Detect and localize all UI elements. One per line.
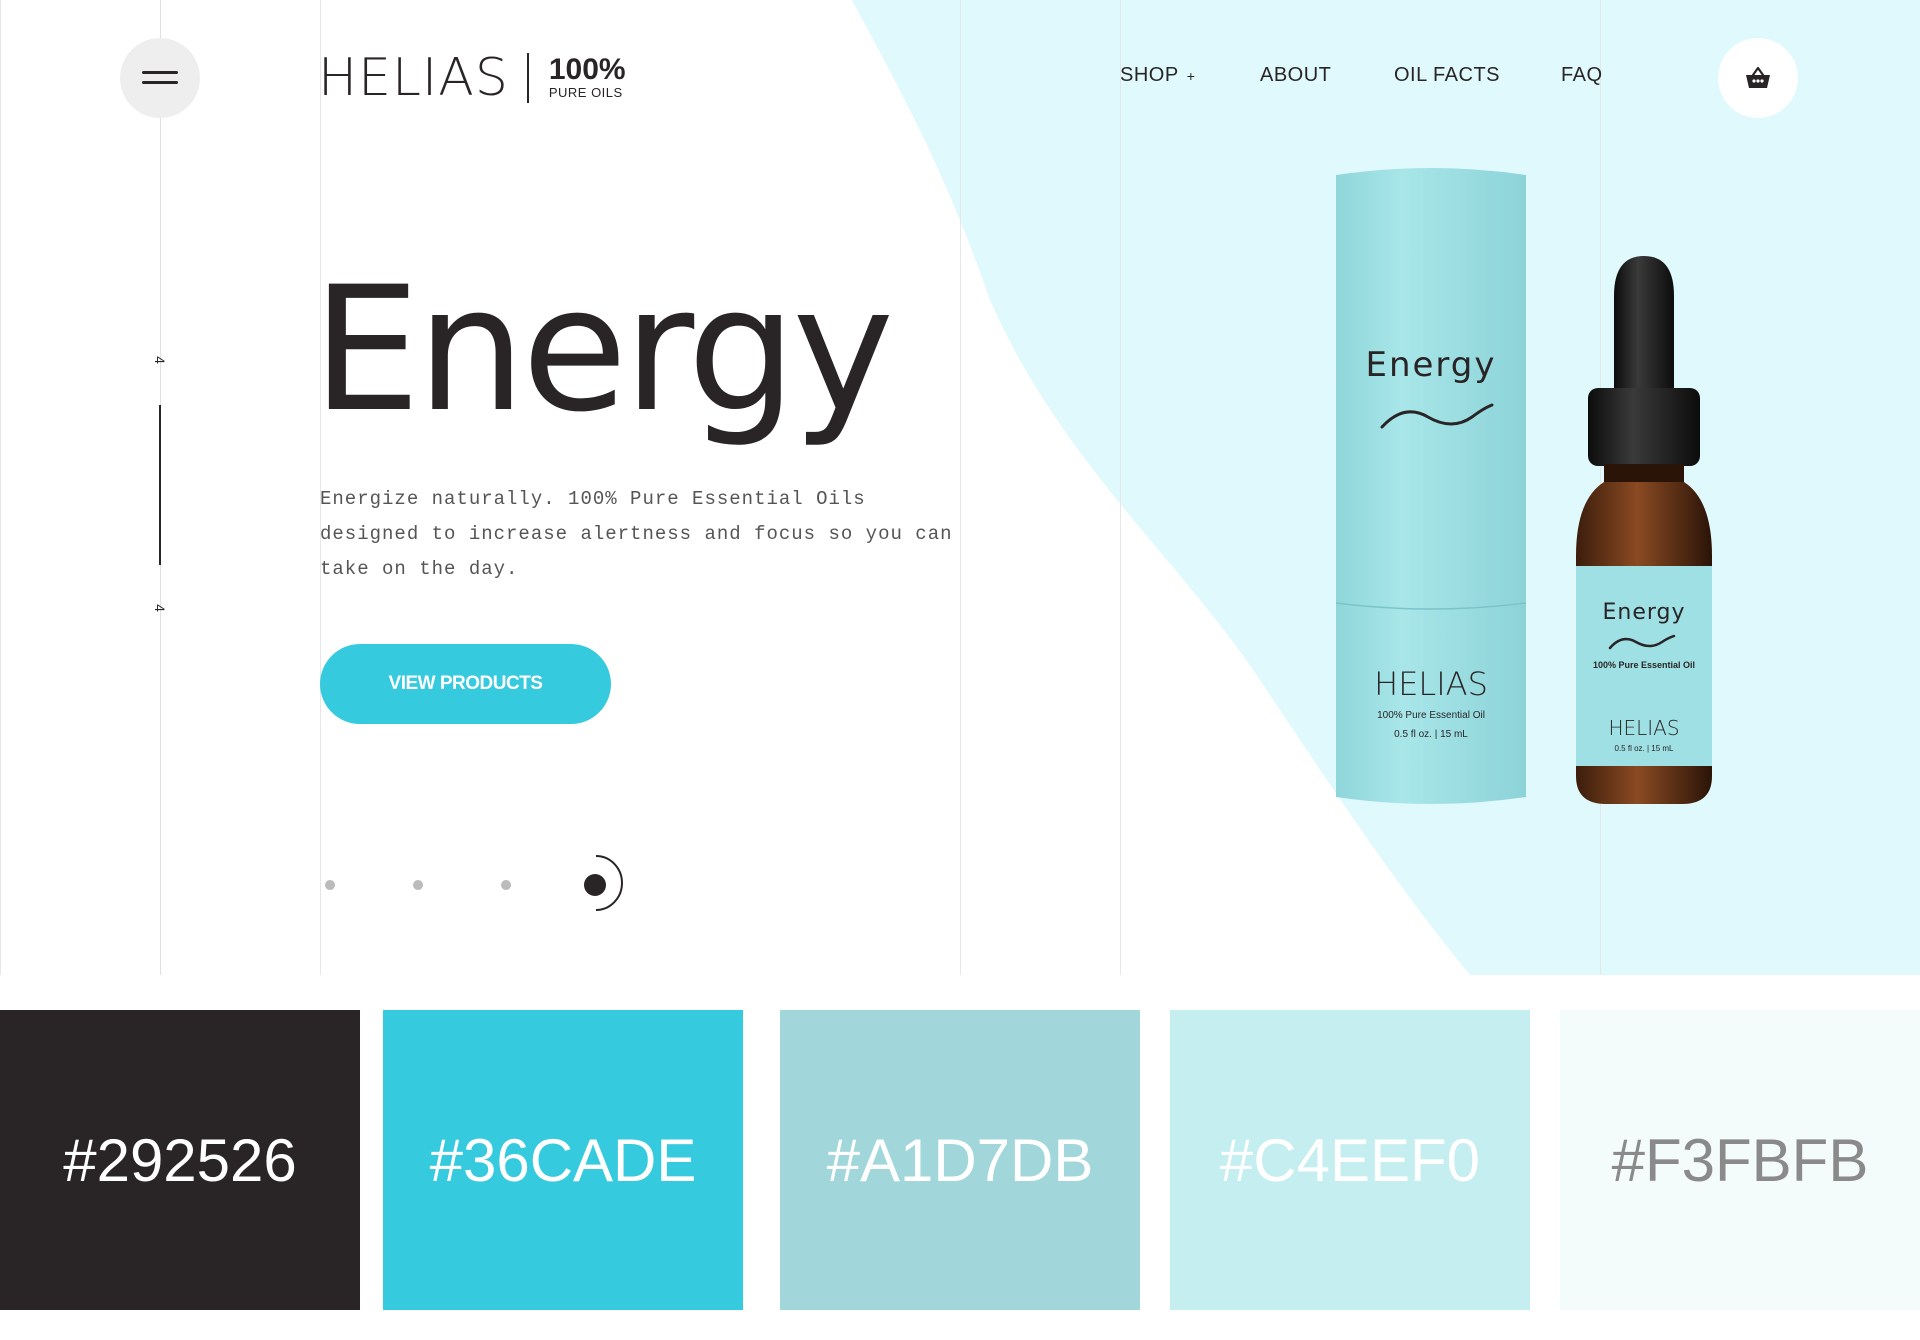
grid-line — [1120, 0, 1121, 975]
hero-section: HELIAS 100% PURE OILS SHOP + ABOUT OIL FA… — [0, 0, 1920, 975]
palette-swatch: #36CADE — [383, 1010, 743, 1310]
hero-title: Energy — [312, 249, 894, 450]
slide-dot[interactable] — [325, 880, 335, 890]
slide-counter-current: 4 — [152, 356, 168, 364]
tube-label-line1: 100% Pure Essential Oil — [1377, 710, 1485, 721]
logo-pure-oils: PURE OILS — [548, 85, 623, 100]
logo-divider — [526, 53, 529, 103]
bottle-label-line2: 0.5 fl oz. | 15 mL — [1614, 744, 1674, 753]
logo-tagline: 100% PURE OILS — [549, 55, 626, 101]
plus-icon: + — [1186, 68, 1196, 84]
slide-counter-line — [159, 405, 161, 565]
slide-dot[interactable] — [501, 880, 511, 890]
cart-button[interactable] — [1718, 38, 1798, 118]
palette-swatch: #292526 — [0, 1010, 360, 1310]
tube-product-name: Energy — [1365, 345, 1497, 385]
grid-line — [960, 0, 961, 975]
product-tube-image: Energy HELIAS 100% Pure Essential Oil 0.… — [1332, 165, 1530, 807]
nav-faq[interactable]: FAQ — [1561, 64, 1603, 87]
bottle-brand: HELIAS — [1608, 716, 1680, 740]
product-bottle-image: Energy 100% Pure Essential Oil HELIAS 0.… — [1570, 256, 1718, 808]
hero-description: Energize naturally. 100% Pure Essential … — [320, 488, 953, 580]
nav-oil-facts[interactable]: OIL FACTS — [1394, 64, 1500, 87]
palette-swatch: #C4EEF0 — [1170, 1010, 1530, 1310]
basket-icon — [1746, 66, 1770, 88]
slide-dot-active[interactable] — [584, 874, 606, 896]
brand-logo[interactable]: HELIAS 100% PURE OILS — [318, 50, 626, 106]
tube-label-line2: 0.5 fl oz. | 15 mL — [1394, 729, 1468, 740]
hamburger-menu-icon — [142, 71, 178, 84]
nav-about[interactable]: ABOUT — [1260, 64, 1331, 87]
nav-shop[interactable]: SHOP + — [1120, 64, 1195, 87]
menu-button[interactable] — [120, 38, 200, 118]
slide-dot[interactable] — [413, 880, 423, 890]
palette-swatch: #F3FBFB — [1560, 1010, 1920, 1310]
bottle-product-name: Energy — [1602, 600, 1686, 625]
slide-counter-total: 4 — [152, 604, 168, 612]
logo-wordmark: HELIAS — [318, 48, 509, 108]
view-products-button[interactable]: VIEW PRODUCTS — [320, 644, 611, 724]
nav-shop-label: SHOP — [1120, 64, 1179, 86]
logo-percent: 100% — [548, 53, 626, 86]
tube-brand: HELIAS — [1374, 665, 1488, 703]
palette-swatch: #A1D7DB — [780, 1010, 1140, 1310]
bottle-label-line1: 100% Pure Essential Oil — [1592, 660, 1696, 670]
grid-line — [0, 0, 1, 975]
